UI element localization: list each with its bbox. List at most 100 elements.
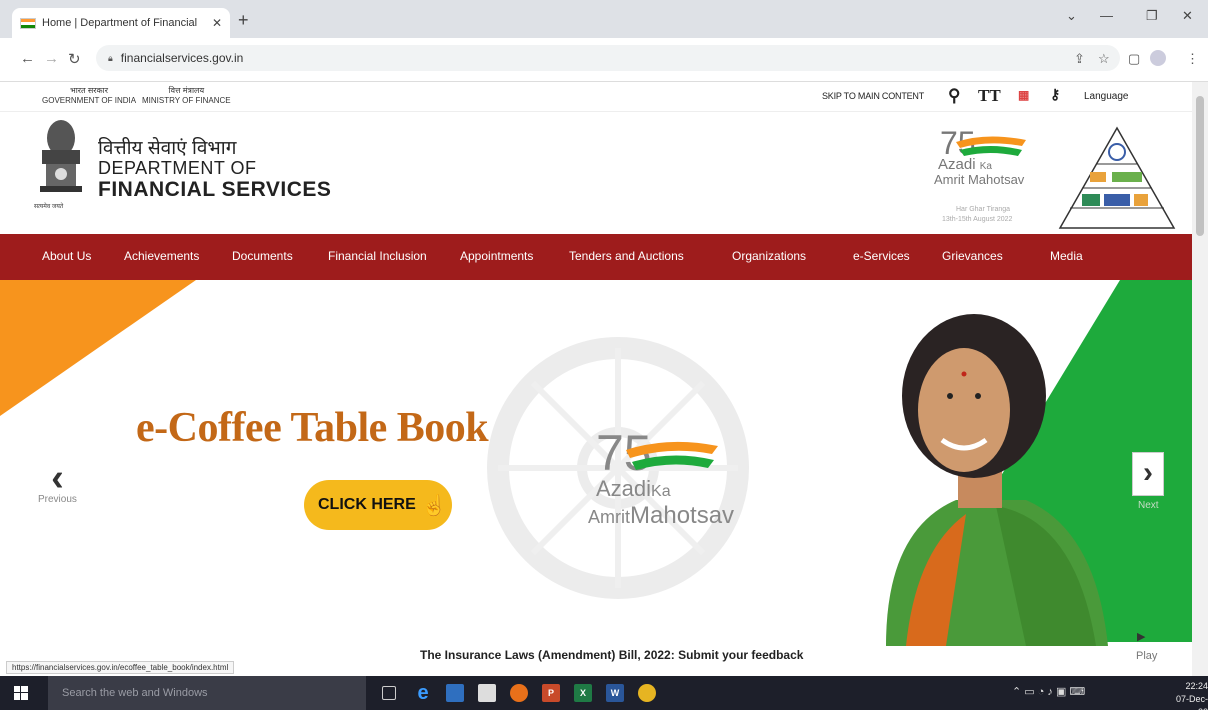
gov-english: GOVERNMENT OF INDIA (42, 96, 137, 105)
akam-ka: Ka (979, 161, 992, 172)
next-label: Next (1138, 500, 1159, 511)
nav-achievements[interactable]: Achievements (124, 249, 199, 263)
dept-title-hindi: वित्तीय सेवाएं विभाग (98, 138, 237, 159)
nav-tenders-auctions[interactable]: Tenders and Auctions (569, 249, 684, 263)
hero-carousel: e-Coffee Table Book CLICK HERE ☝ ‹ Previ… (0, 280, 1192, 666)
firefox-icon[interactable] (510, 684, 528, 702)
system-tray-icons[interactable]: ⌃ ▭ ◔ ♪ ▣ ⌨ (1012, 685, 1085, 698)
taskbar-clock[interactable]: 22:24 07-Dec-22 (1168, 680, 1208, 710)
status-bar-url: https://financialservices.gov.in/ecoffee… (6, 661, 235, 674)
akam-sub2: 13th-15th August 2022 (942, 216, 1013, 223)
profile-avatar-icon[interactable] (1150, 50, 1166, 66)
financial-inclusion-pyramid-icon (1058, 126, 1176, 229)
screen: Home | Department of Financial ✕ + ⌄ — ❐… (0, 0, 1208, 710)
bookmark-star-icon[interactable]: ☆ (1098, 51, 1110, 67)
clock-time: 22:24 (1185, 681, 1208, 691)
language-selector[interactable]: Language (1084, 91, 1129, 102)
dept-title-line2: FINANCIAL SERVICES (98, 178, 332, 201)
ministry-english: MINISTRY OF FINANCE (142, 96, 231, 105)
windows-taskbar: Search the web and Windows e P X W ⌃ ▭ ◔… (0, 676, 1208, 710)
gov-of-india-label: भारत सरकार GOVERNMENT OF INDIA (42, 86, 136, 106)
carousel-next[interactable]: › (1132, 452, 1164, 496)
close-tab-icon[interactable]: ✕ (212, 16, 222, 30)
new-tab-icon[interactable]: + (238, 10, 249, 31)
ministry-hindi: वित्त मंत्रालय (168, 86, 205, 95)
nav-appointments[interactable]: Appointments (460, 249, 533, 263)
task-view-icon[interactable] (382, 686, 396, 700)
scrollbar-thumb[interactable] (1196, 96, 1204, 236)
address-bar-row: ← → ↻ 🔒︎ financialservices.gov.in ⇪ ☆ ▢ … (0, 38, 1208, 82)
edge-icon[interactable]: e (414, 683, 432, 703)
dept-title-line1: DEPARTMENT OF (98, 158, 257, 178)
chevron-right-icon: › (1143, 456, 1153, 489)
center-ka: Ka (651, 483, 671, 500)
share-icon[interactable]: ⇪ (1074, 51, 1085, 67)
skip-to-main-link[interactable]: SKIP TO MAIN CONTENT (822, 91, 924, 101)
nav-about-us[interactable]: About Us (42, 249, 91, 263)
contrast-icon[interactable]: ▦ (1018, 88, 1029, 102)
gov-hindi: भारत सरकार (70, 86, 108, 95)
url-input[interactable]: 🔒︎ financialservices.gov.in (96, 45, 1120, 71)
cursor-hand-icon: ☝ (421, 494, 447, 517)
ministry-label: वित्त मंत्रालय MINISTRY OF FINANCE (142, 86, 231, 106)
center-mahotsav: Mahotsav (630, 502, 735, 529)
previous-label: Previous (38, 494, 77, 505)
text-size-icon[interactable]: TT (978, 86, 1001, 106)
center-azadi: Azadi (596, 476, 652, 501)
lock-icon: 🔒︎ (108, 52, 113, 63)
powerpoint-icon[interactable]: P (542, 684, 560, 702)
akam-amrit-mahotsav: Amrit Mahotsav (934, 172, 1025, 187)
clock-date: 07-Dec-22 (1175, 694, 1208, 710)
close-window-icon[interactable]: ✕ (1182, 8, 1193, 24)
back-icon[interactable]: ← (20, 50, 35, 67)
sidepanel-icon[interactable]: ▢ (1128, 51, 1140, 67)
chrome-icon[interactable] (638, 684, 656, 702)
windows-start-icon[interactable] (14, 686, 28, 700)
excel-icon[interactable]: X (574, 684, 592, 702)
play-icon[interactable]: ▶ (1137, 630, 1145, 643)
nav-organizations[interactable]: Organizations (732, 249, 806, 263)
click-here-label: CLICK HERE (318, 496, 416, 513)
play-label[interactable]: Play (1136, 650, 1157, 662)
carousel-previous[interactable]: ‹ Previous (38, 457, 77, 505)
site-header: सत्यमेव जयते वित्तीय सेवाएं विभाग DEPART… (0, 112, 1192, 234)
browser-tab-strip: Home | Department of Financial ✕ + ⌄ — ❐… (0, 0, 1208, 38)
tab-search-icon[interactable]: ⌄ (1066, 8, 1077, 24)
nav-media[interactable]: Media (1050, 249, 1083, 263)
site-top-strip: भारत सरकार GOVERNMENT OF INDIA वित्त मंत… (0, 82, 1192, 112)
azadi-ka-amrit-mahotsav-logo: 75 Azadi Ka Amrit Mahotsav Har Ghar Tira… (926, 120, 1050, 230)
word-icon[interactable]: W (606, 684, 624, 702)
india-flag-favicon-icon (20, 17, 36, 29)
restore-icon[interactable]: ❐ (1146, 8, 1158, 24)
browser-tab[interactable]: Home | Department of Financial ✕ (12, 8, 230, 38)
nav-documents[interactable]: Documents (232, 249, 293, 263)
search-icon[interactable]: ⚲ (948, 86, 960, 106)
center-amrit: Amrit (588, 507, 630, 527)
url-text: financialservices.gov.in (120, 51, 244, 65)
akam-azadi: Azadi (938, 156, 976, 173)
file-explorer-icon[interactable] (446, 684, 464, 702)
forward-icon[interactable]: → (44, 50, 59, 67)
national-emblem-icon (40, 120, 82, 192)
finance-minister-photo (886, 314, 1108, 646)
nav-financial-inclusion[interactable]: Financial Inclusion (328, 249, 427, 263)
main-nav: About Us Achievements Documents Financia… (0, 234, 1192, 280)
banner-headline: e-Coffee Table Book (136, 405, 489, 451)
azadi-center-logo-icon: 75 (596, 425, 718, 480)
chevron-left-icon: ‹ (51, 457, 64, 499)
tab-title: Home | Department of Financial (42, 17, 198, 29)
reload-icon[interactable]: ↻ (68, 50, 81, 68)
menu-kebab-icon[interactable]: ⋮ (1186, 51, 1199, 67)
nav-grievances[interactable]: Grievances (942, 249, 1003, 263)
emblem-caption: सत्यमेव जयते (34, 204, 64, 210)
minimize-icon[interactable]: — (1100, 8, 1113, 23)
sitemap-icon[interactable]: ⚷ (1050, 86, 1060, 103)
news-ticker[interactable]: The Insurance Laws (Amendment) Bill, 202… (420, 648, 803, 662)
store-icon[interactable] (478, 684, 496, 702)
click-here-button[interactable]: CLICK HERE ☝ (304, 480, 452, 530)
center-azadi-text: AzadiKa (596, 476, 671, 502)
nav-e-services[interactable]: e-Services (853, 249, 910, 263)
center-amrit-text: AmritMahotsav (588, 502, 734, 530)
taskbar-search-input[interactable]: Search the web and Windows (48, 676, 366, 710)
akam-sub1: Har Ghar Tiranga (956, 206, 1011, 213)
